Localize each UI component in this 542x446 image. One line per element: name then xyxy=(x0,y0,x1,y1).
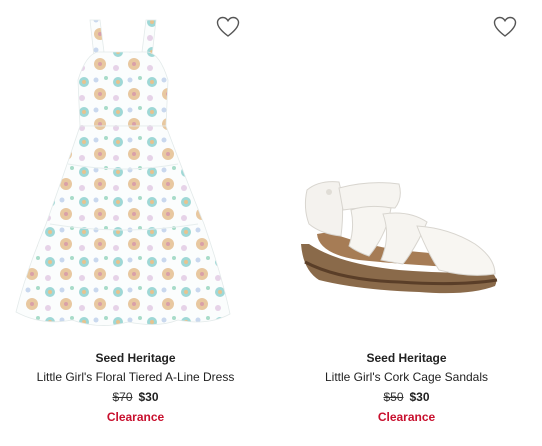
heart-outline-icon xyxy=(216,16,240,37)
original-price: $70 xyxy=(112,390,133,404)
product-info: Seed Heritage Little Girl's Floral Tiere… xyxy=(0,350,271,426)
sale-price: $30 xyxy=(409,390,430,404)
original-price: $50 xyxy=(383,390,404,404)
product-image-link[interactable] xyxy=(271,0,542,338)
product-info: Seed Heritage Little Girl's Cork Cage Sa… xyxy=(271,350,542,426)
heart-outline-icon xyxy=(493,16,517,37)
product-brand: Seed Heritage xyxy=(366,351,447,365)
favorite-button[interactable] xyxy=(493,16,517,38)
white-cage-sandal-image xyxy=(301,181,498,294)
product-grid: Seed Heritage Little Girl's Floral Tiere… xyxy=(0,0,542,446)
sale-price: $30 xyxy=(138,390,159,404)
clearance-badge: Clearance xyxy=(106,410,165,424)
price-row: $70 $30 xyxy=(0,388,271,406)
product-title-link[interactable]: Little Girl's Floral Tiered A-Line Dress xyxy=(0,368,271,386)
product-image-link[interactable] xyxy=(0,0,271,338)
product-brand: Seed Heritage xyxy=(95,351,176,365)
product-card[interactable]: Seed Heritage Little Girl's Floral Tiere… xyxy=(0,0,271,446)
favorite-button[interactable] xyxy=(216,16,240,38)
product-title-link[interactable]: Little Girl's Cork Cage Sandals xyxy=(271,368,542,386)
price-row: $50 $30 xyxy=(271,388,542,406)
clearance-badge: Clearance xyxy=(377,410,436,424)
floral-dress-image xyxy=(15,19,231,326)
product-card[interactable]: Seed Heritage Little Girl's Cork Cage Sa… xyxy=(271,0,542,446)
